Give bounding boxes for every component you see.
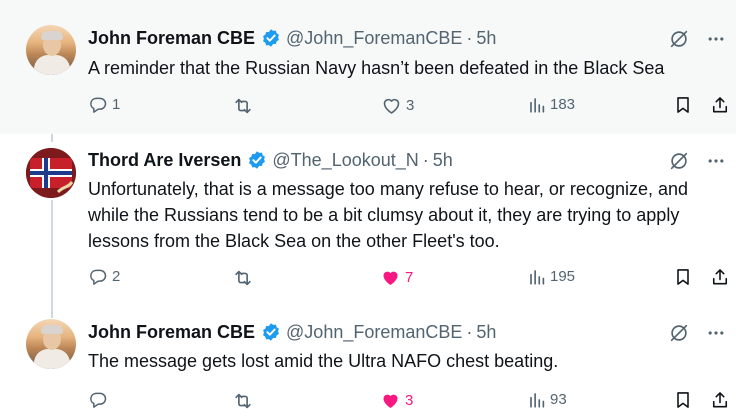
repost-button[interactable]	[232, 95, 258, 117]
views-button[interactable]: 183	[528, 95, 575, 115]
repost-button[interactable]	[232, 267, 258, 289]
views-button[interactable]: 195	[528, 267, 575, 287]
grok-icon[interactable]	[668, 150, 690, 172]
timestamp[interactable]: 5h	[433, 150, 453, 171]
author-handle[interactable]: @John_ForemanCBE	[286, 322, 462, 343]
author-name[interactable]: John Foreman CBE	[88, 28, 255, 49]
like-count: 3	[406, 96, 415, 114]
view-count: 183	[550, 96, 576, 113]
author-handle[interactable]: @The_Lookout_N	[272, 150, 418, 171]
share-button[interactable]	[710, 267, 730, 287]
bookmark-button[interactable]	[673, 95, 693, 115]
reply-icon	[88, 95, 108, 115]
like-count: 7	[405, 268, 414, 286]
more-icon[interactable]	[706, 323, 726, 343]
repost-icon	[232, 267, 254, 289]
reply-count: 2	[112, 268, 121, 285]
tweet[interactable]: John Foreman CBE @John_ForemanCBE · 5h A…	[0, 0, 736, 134]
tweet-text: The message gets lost amid the Ultra NAF…	[88, 351, 559, 371]
grok-icon[interactable]	[668, 28, 690, 50]
separator-dot: ·	[466, 27, 473, 48]
view-count: 93	[550, 391, 567, 408]
more-icon[interactable]	[706, 29, 726, 49]
tweet-text: Unfortunately, that is a message too man…	[88, 179, 689, 251]
reply-icon	[88, 390, 108, 410]
author-name[interactable]: Thord Are Iversen	[88, 150, 241, 171]
heart-icon	[380, 390, 401, 411]
separator-dot: ·	[466, 321, 473, 342]
separator-dot: ·	[422, 149, 429, 170]
bookmark-icon	[673, 390, 693, 410]
like-button[interactable]: 3	[381, 95, 414, 116]
more-icon[interactable]	[706, 151, 726, 171]
like-count: 3	[405, 391, 414, 409]
view-count: 195	[550, 268, 576, 285]
bookmark-icon	[673, 95, 693, 115]
author-handle[interactable]: @John_ForemanCBE	[286, 28, 462, 49]
share-button[interactable]	[710, 390, 730, 410]
share-icon	[710, 95, 730, 115]
timestamp[interactable]: 5h	[476, 322, 496, 343]
views-button[interactable]: 93	[528, 390, 567, 410]
verified-badge-icon	[261, 322, 281, 342]
reply-button[interactable]: 1	[88, 95, 120, 115]
repost-icon	[232, 390, 254, 412]
verified-badge-icon	[261, 28, 281, 48]
reply-button[interactable]	[88, 390, 112, 410]
share-icon	[710, 267, 730, 287]
timestamp[interactable]: 5h	[476, 28, 496, 49]
grok-icon[interactable]	[668, 322, 690, 344]
tweet[interactable]: John Foreman CBE @John_ForemanCBE · 5h T…	[0, 294, 736, 418]
views-icon	[528, 391, 546, 409]
reply-count: 1	[112, 96, 121, 113]
like-button[interactable]: 3	[380, 390, 413, 411]
bookmark-icon	[673, 267, 693, 287]
share-icon	[710, 390, 730, 410]
author-name[interactable]: John Foreman CBE	[88, 322, 255, 343]
like-button[interactable]: 7	[380, 267, 413, 288]
verified-badge-icon	[247, 150, 267, 170]
views-icon	[528, 96, 546, 114]
views-icon	[528, 268, 546, 286]
bookmark-button[interactable]	[673, 267, 693, 287]
heart-icon	[381, 95, 402, 116]
repost-button[interactable]	[232, 390, 258, 412]
heart-icon	[380, 267, 401, 288]
avatar[interactable]	[26, 148, 76, 198]
tweet[interactable]: Thord Are Iversen @The_Lookout_N · 5h Un…	[0, 134, 736, 294]
repost-icon	[232, 95, 254, 117]
tweet-text: A reminder that the Russian Navy hasn’t …	[88, 58, 665, 78]
avatar[interactable]	[26, 319, 76, 369]
reply-button[interactable]: 2	[88, 267, 120, 287]
avatar[interactable]	[26, 25, 76, 75]
share-button[interactable]	[710, 95, 730, 115]
reply-icon	[88, 267, 108, 287]
bookmark-button[interactable]	[673, 390, 693, 410]
